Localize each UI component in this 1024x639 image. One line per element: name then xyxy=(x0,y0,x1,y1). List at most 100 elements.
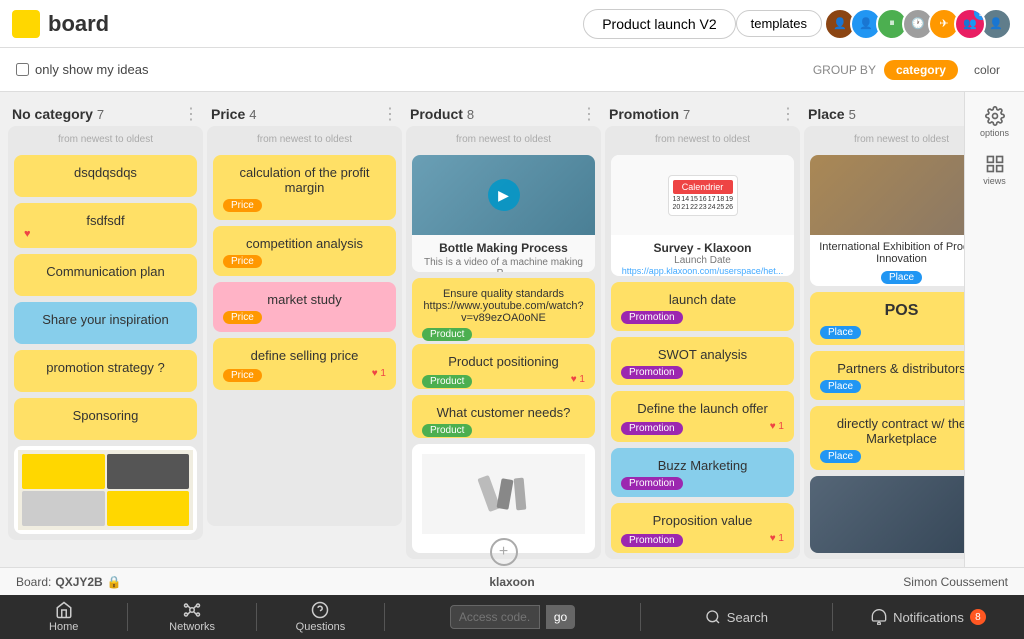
card-fsdfsdf[interactable]: fsdfsdf ♥ xyxy=(14,203,197,248)
group-by-control: GROUP BY category color xyxy=(813,60,1008,80)
card-poster[interactable] xyxy=(14,446,197,534)
card-customer-needs[interactable]: What customer needs? Product xyxy=(412,395,595,438)
col-menu-no-category[interactable]: ⋮ xyxy=(183,104,199,124)
sort-label-promotion: from newest to oldest xyxy=(611,132,794,149)
card-pos[interactable]: POS Place ♥ 1 xyxy=(810,292,964,346)
columns-wrapper: No category 7 ⋮ from newest to oldest ds… xyxy=(0,92,964,567)
cards-product: from newest to oldest ▶ Bottle Making Pr… xyxy=(406,126,601,559)
card-competition-analysis[interactable]: competition analysis Price xyxy=(213,226,396,276)
col-title-no-category: No category xyxy=(12,106,93,122)
sort-label-no-category: from newest to oldest xyxy=(14,132,197,149)
column-header-place: Place 5 ⋮ xyxy=(804,100,964,126)
sort-label-product: from newest to oldest xyxy=(412,132,595,149)
cards-price: from newest to oldest calculation of the… xyxy=(207,126,402,526)
col-menu-price[interactable]: ⋮ xyxy=(382,104,398,124)
options-button[interactable]: options xyxy=(973,100,1017,144)
cards-promotion: from newest to oldest Calendrier 1314151… xyxy=(605,126,800,559)
avatar-6: 9 👥 xyxy=(954,8,986,40)
card-add-product[interactable]: + xyxy=(412,444,595,553)
col-title-place: Place xyxy=(808,106,845,122)
checkbox-text: only show my ideas xyxy=(35,62,148,77)
card-profit-margin[interactable]: calculation of the profit margin Price xyxy=(213,155,396,220)
calendar-thumb: Calendrier 13141516171819 20212223242526 xyxy=(611,155,794,235)
card-quality-standards[interactable]: Ensure quality standards https://www.you… xyxy=(412,278,595,338)
cards-no-category: from newest to oldest dsqdqsdqs fsdfsdf … xyxy=(8,126,203,540)
card-selling-price[interactable]: define selling price Price ♥ 1 xyxy=(213,338,396,390)
sort-label-place: from newest to oldest xyxy=(810,132,964,149)
tools-thumb xyxy=(422,454,585,534)
views-label: views xyxy=(983,176,1006,186)
card-partners-distributors[interactable]: Partners & distributors Place xyxy=(810,351,964,400)
card-promotion-strategy[interactable]: promotion strategy ? xyxy=(14,350,197,392)
column-header-price: Price 4 ⋮ xyxy=(207,100,402,126)
board-code: QXJY2B xyxy=(55,575,102,589)
lock-icon: 🔒 xyxy=(107,575,122,589)
my-ideas-checkbox[interactable] xyxy=(16,63,29,76)
card-market-study[interactable]: market study Price xyxy=(213,282,396,332)
side-options-panel: options views xyxy=(964,92,1024,567)
card-launch-date[interactable]: launch date Promotion xyxy=(611,282,794,331)
nav-notifications[interactable]: Notifications 8 xyxy=(833,609,1024,625)
toolbar: only show my ideas GROUP BY category col… xyxy=(0,48,1024,92)
card-proposition-value[interactable]: Proposition value Promotion ♥ 1 xyxy=(611,503,794,553)
go-button[interactable]: go xyxy=(546,605,575,629)
nav-networks[interactable]: Networks xyxy=(128,595,255,639)
col-menu-promotion[interactable]: ⋮ xyxy=(780,104,796,124)
bottom-nav: Home Networks Questions go Search Notifi… xyxy=(0,595,1024,639)
search-icon xyxy=(705,609,721,625)
column-product: Product 8 ⋮ from newest to oldest ▶ Bott… xyxy=(406,100,601,559)
avatar-group: 👤 👤 ⏸ 🕐 ✈ 9 👥 👤 xyxy=(830,8,1012,40)
networks-icon xyxy=(183,601,201,619)
column-place: Place 5 ⋮ from newest to oldest Internat… xyxy=(804,100,964,559)
card-bottle-making[interactable]: ▶ Bottle Making Process This is a video … xyxy=(412,155,595,272)
user-name: Simon Coussement xyxy=(903,575,1008,589)
column-header-promotion: Promotion 7 ⋮ xyxy=(605,100,800,126)
views-button[interactable]: views xyxy=(973,148,1017,192)
col-count-price: 4 xyxy=(249,107,256,122)
my-ideas-checkbox-label[interactable]: only show my ideas xyxy=(16,62,148,77)
app-title: board xyxy=(48,11,109,37)
questions-label: Questions xyxy=(296,621,346,633)
card-product-positioning[interactable]: Product positioning Product ♥ 1 xyxy=(412,344,595,389)
play-button[interactable]: ▶ xyxy=(488,179,520,211)
nav-questions[interactable]: Questions xyxy=(257,595,384,639)
card-swot-analysis[interactable]: SWOT analysis Promotion xyxy=(611,337,794,386)
column-header-no-category: No category 7 ⋮ xyxy=(8,100,203,126)
home-label: Home xyxy=(49,621,78,633)
card-survey-klaxoon[interactable]: Calendrier 13141516171819 20212223242526… xyxy=(611,155,794,276)
access-code-input[interactable] xyxy=(450,605,540,629)
col-title-price: Price xyxy=(211,106,245,122)
nav-home[interactable]: Home xyxy=(0,595,127,639)
column-price: Price 4 ⋮ from newest to oldest calculat… xyxy=(207,100,402,559)
card-conference[interactable] xyxy=(810,476,964,553)
status-bar: Board: QXJY2B 🔒 klaxoon Simon Coussement xyxy=(0,567,1024,595)
sort-label-price: from newest to oldest xyxy=(213,132,396,149)
board-title-button[interactable]: Product launch V2 xyxy=(583,9,735,39)
col-title-promotion: Promotion xyxy=(609,106,679,122)
notifications-icon xyxy=(871,609,887,625)
nav-search[interactable]: Search xyxy=(641,609,832,625)
templates-button[interactable]: templates xyxy=(736,10,822,37)
options-label: options xyxy=(980,128,1009,138)
card-buzz-marketing[interactable]: Buzz Marketing Promotion xyxy=(611,448,794,497)
options-icon xyxy=(985,106,1005,126)
card-share-inspiration[interactable]: Share your inspiration xyxy=(14,302,197,344)
app-header: board Product launch V2 templates 👤 👤 ⏸ … xyxy=(0,0,1024,48)
card-marketplace[interactable]: directly contract w/ the Marketplace Pla… xyxy=(810,406,964,469)
card-communication-plan[interactable]: Communication plan xyxy=(14,254,197,296)
card-launch-offer[interactable]: Define the launch offer Promotion ♥ 1 xyxy=(611,391,794,441)
cards-place: from newest to oldest International Exhi… xyxy=(804,126,964,559)
col-count-no-category: 7 xyxy=(97,107,104,122)
expo-thumb xyxy=(810,155,964,235)
card-dsqdqsdqs[interactable]: dsqdqsdqs xyxy=(14,155,197,197)
card-sponsoring[interactable]: Sponsoring xyxy=(14,398,197,440)
video-thumb: ▶ xyxy=(412,155,595,235)
category-tab[interactable]: category xyxy=(884,60,958,80)
color-tab[interactable]: color xyxy=(966,60,1008,80)
access-code-area: go xyxy=(385,605,640,629)
home-icon xyxy=(55,601,73,619)
column-no-category: No category 7 ⋮ from newest to oldest ds… xyxy=(8,100,203,559)
col-menu-product[interactable]: ⋮ xyxy=(581,104,597,124)
column-header-product: Product 8 ⋮ xyxy=(406,100,601,126)
card-intl-exhibition[interactable]: International Exhibition of Product Inno… xyxy=(810,155,964,286)
